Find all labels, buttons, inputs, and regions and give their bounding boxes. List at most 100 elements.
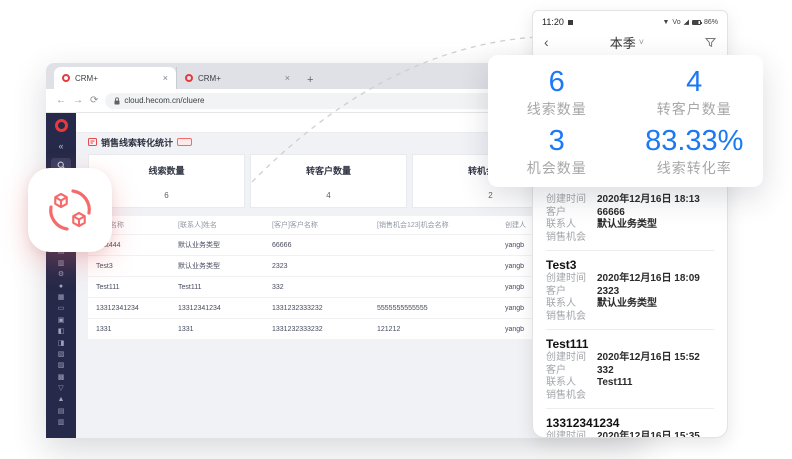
cell-lead-name: Test111 [96,284,178,291]
stat-card-customers: 转客户数量 4 [250,154,407,208]
collapse-sidebar-icon[interactable]: « [58,141,63,151]
cell-opportunity: 121212 [377,326,505,333]
field-label: 创建时间 [546,273,597,286]
field-value: 2020年12月16日 18:13 [597,194,700,207]
field-value: 默认业务类型 [597,219,657,232]
stat-card-value: 4 [326,191,330,200]
field-label: 联系人 [546,377,597,390]
chevron-down-icon: ˅ [639,37,644,47]
field-label: 创建时间 [546,194,597,207]
back-icon[interactable]: ← [56,96,66,106]
lead-title: Test3 [546,258,714,273]
list-item[interactable]: Test111 创建时间2020年12月16日 15:52 客户332 联系人T… [546,329,714,402]
cell-customer: 2323 [272,263,377,270]
field-label: 创建时间 [546,431,597,438]
stat-value: 3 [549,125,565,157]
sidebar-app-icon[interactable]: ▣ [58,317,65,324]
sidebar-app-icon[interactable]: ▲ [58,396,65,403]
stat-conversion-rate: 83.33% 线索转化率 [626,122,764,181]
wifi-icon: ▼ [662,19,669,26]
cell-contact: 默认业务类型 [178,261,272,271]
cell-lead-name: Test3 [96,263,178,270]
field-value: 2323 [597,286,619,299]
filter-icon[interactable] [705,37,716,48]
browser-tab-crm-inactive[interactable]: CRM+ × [176,67,298,89]
list-item[interactable]: Test3 创建时间2020年12月16日 18:09 客户2323 联系人默认… [546,250,714,323]
tab-title: CRM+ [75,74,158,83]
period-selector[interactable]: 本季 ˅ [610,33,644,52]
field-value: 332 [597,365,614,378]
hecom-favicon-icon [185,74,193,82]
field-value: 默认业务类型 [597,298,657,311]
back-chevron-icon[interactable]: ‹ [544,35,549,49]
field-label: 销售机会 [546,232,597,245]
sidebar-app-icon[interactable]: ▤ [58,408,65,415]
sidebar-app-icon[interactable]: ▧ [58,351,65,358]
signal-icon: ◢ [684,18,689,26]
field-label: 销售机会 [546,390,597,403]
field-label: 客户 [546,207,597,220]
field-value: 2020年12月16日 15:35 [597,431,700,438]
column-header: [销售机会123]机会名称 [377,220,505,230]
cell-contact: Test111 [178,284,272,291]
sidebar-app-icon[interactable]: ▭ [58,305,65,312]
status-app-icon [568,20,573,25]
sidebar-app-icons: ▣ ▤ ▥ ⚙ ● ▦ ▭ ▣ ◧ ◨ ▧ ▨ ▩ ▽ ▲ ▤ ▥ [58,237,65,426]
hecom-logo-icon [55,119,68,132]
app-sidebar: « ▣ ▤ ▥ ⚙ ● ▦ ▭ ▣ ◧ ◨ ▧ ▨ ▩ [46,113,76,438]
report-icon [88,138,97,146]
tab-close-icon[interactable]: × [163,73,168,83]
hecom-favicon-icon [62,74,70,82]
stat-card-value: 2 [488,191,492,200]
cell-opportunity: 5555555555555 [377,305,505,312]
cell-lead-name: 1331 [96,326,178,333]
stat-card-title: 线索数量 [148,164,184,177]
cell-customer: 1331232333232 [272,305,377,312]
tab-close-icon[interactable]: × [285,73,290,83]
list-item[interactable]: 创建时间2020年12月16日 18:13 客户66666 联系人默认业务类型 … [546,194,714,244]
field-value: 2020年12月16日 15:52 [597,352,700,365]
cell-customer: 66666 [272,242,377,249]
forward-icon[interactable]: → [73,96,83,106]
stat-value: 4 [686,66,702,98]
tab-title: CRM+ [198,74,280,83]
sidebar-app-icon[interactable]: ▽ [58,385,63,392]
sidebar-app-icon[interactable]: ▨ [58,362,65,369]
field-value: 2020年12月16日 18:09 [597,273,700,286]
sidebar-app-icon[interactable]: ⚙ [58,271,64,278]
sidebar-app-icon[interactable]: ◨ [58,340,65,347]
field-label: 联系人 [546,298,597,311]
browser-tab-crm-active[interactable]: CRM+ × [54,67,176,89]
battery-icon [692,20,701,25]
cell-contact: 1331 [178,326,272,333]
new-badge [177,138,192,146]
period-label: 本季 [610,33,636,52]
lead-list: 创建时间2020年12月16日 18:13 客户66666 联系人默认业务类型 … [533,194,727,438]
cell-lead-name: Test444 [96,242,178,249]
sidebar-app-icon[interactable]: ▦ [58,294,65,301]
cell-customer: 1331232333232 [272,326,377,333]
sidebar-app-icon[interactable]: ▥ [58,419,65,426]
lead-title: Test111 [546,337,714,352]
phone-nav-bar: ‹ 本季 ˅ [533,29,727,55]
list-item[interactable]: 13312341234 创建时间2020年12月16日 15:35 [546,408,714,438]
stat-card-title: 转客户数量 [306,164,351,177]
stat-value: 83.33% [645,125,743,157]
sidebar-app-icon[interactable]: ● [59,283,63,290]
new-tab-button[interactable]: + [298,74,322,89]
field-label: 销售机会 [546,311,597,324]
stat-value: 6 [549,66,565,98]
stat-label: 线索数量 [527,99,587,119]
conversion-app-badge [28,168,112,252]
field-value: 66666 [597,207,625,220]
column-header: [联系人]姓名 [178,220,272,230]
field-label: 客户 [546,365,597,378]
cell-contact: 13312341234 [178,305,272,312]
reload-icon[interactable]: ⟳ [90,96,98,106]
sidebar-app-icon[interactable]: ◧ [58,328,65,335]
sidebar-app-icon[interactable]: ▥ [58,260,65,267]
stat-label: 转客户数量 [657,99,732,119]
cell-customer: 332 [272,284,377,291]
page-title: 销售线索转化统计 [101,136,173,149]
sidebar-app-icon[interactable]: ▩ [58,374,65,381]
